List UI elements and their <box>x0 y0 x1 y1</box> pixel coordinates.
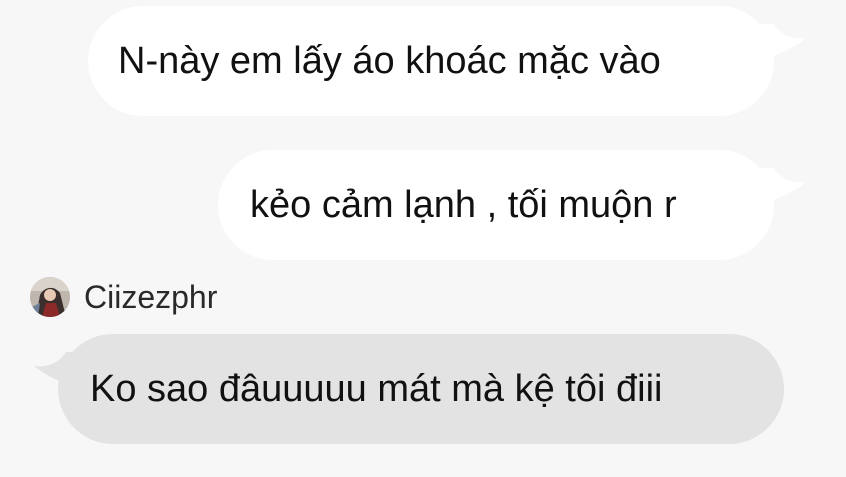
chat-thread: N-này em lấy áo khoác mặc vào kẻo cảm lạ… <box>0 0 846 477</box>
message-bubble-outgoing[interactable]: N-này em lấy áo khoác mặc vào <box>88 6 774 116</box>
avatar[interactable] <box>30 277 70 317</box>
avatar-photo-icon <box>30 277 70 317</box>
message-text: N-này em lấy áo khoác mặc vào <box>118 39 661 82</box>
sender-name: Ciizezphr <box>84 278 218 315</box>
message-text: Ko sao đâuuuuu mát mà kệ tôi điii <box>90 367 663 410</box>
message-text: kẻo cảm lạnh , tối muộn r <box>250 183 677 226</box>
message-bubble-incoming[interactable]: Ko sao đâuuuuu mát mà kệ tôi điii <box>58 334 784 444</box>
sender-header: Ciizezphr <box>30 276 217 318</box>
message-bubble-outgoing[interactable]: kẻo cảm lạnh , tối muộn r <box>218 150 774 260</box>
